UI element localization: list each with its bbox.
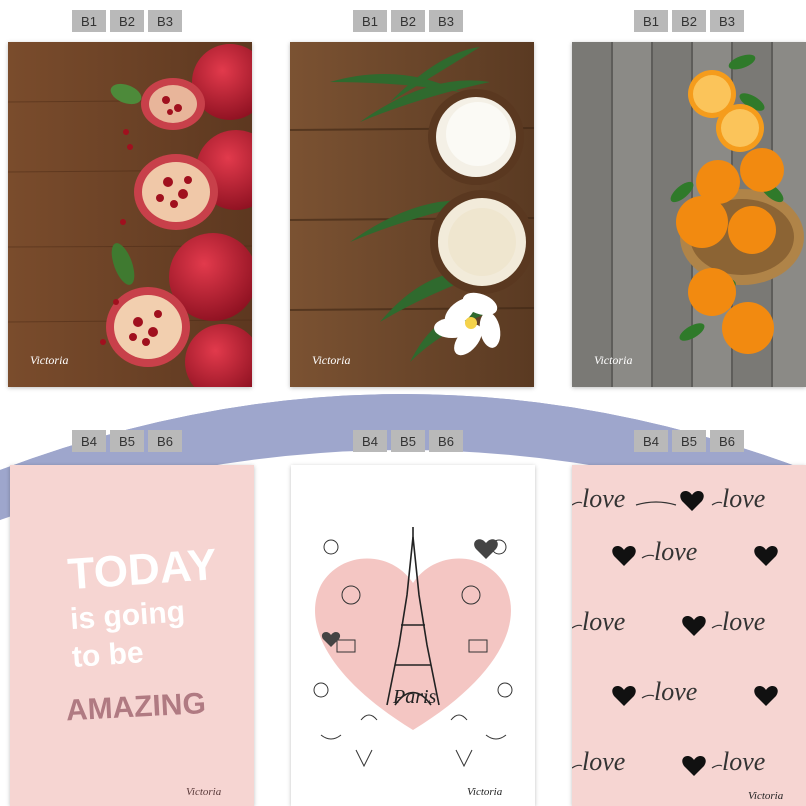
love-word: love bbox=[654, 677, 697, 706]
love-word: love bbox=[582, 484, 625, 513]
size-tag: B1 bbox=[72, 10, 106, 32]
brand-logo: Victoria bbox=[467, 786, 503, 798]
size-tag: B2 bbox=[391, 10, 425, 32]
notebook-cover-oranges[interactable]: Victoria bbox=[572, 42, 806, 387]
paris-script: Paris bbox=[392, 686, 437, 708]
size-tag: B6 bbox=[710, 430, 744, 452]
love-word: love bbox=[722, 607, 765, 636]
love-word: love bbox=[582, 607, 625, 636]
size-tag: B6 bbox=[429, 430, 463, 452]
brand-logo: Victoria bbox=[186, 786, 222, 798]
love-pattern-illustration: love love love love love love love love … bbox=[572, 465, 806, 806]
love-word: love bbox=[722, 484, 765, 513]
size-tags-card-3: B1 B2 B3 bbox=[634, 10, 744, 32]
size-tag: B2 bbox=[672, 10, 706, 32]
size-tag: B5 bbox=[110, 430, 144, 452]
notebook-cover-paris[interactable]: Paris Victoria bbox=[291, 465, 535, 806]
cover-line-1: TODAY bbox=[66, 540, 218, 599]
size-tags-card-4: B4 B5 B6 bbox=[72, 430, 182, 452]
brand-logo: Victoria bbox=[30, 353, 68, 367]
size-tag: B3 bbox=[710, 10, 744, 32]
brand-logo: Victoria bbox=[748, 790, 784, 802]
cover-line-3: to be bbox=[71, 636, 145, 674]
size-tag: B3 bbox=[148, 10, 182, 32]
love-word: love bbox=[582, 747, 625, 776]
size-tag: B1 bbox=[634, 10, 668, 32]
brand-logo: Victoria bbox=[594, 353, 632, 367]
notebook-cover-coconut[interactable]: Victoria bbox=[290, 42, 534, 387]
paris-illustration: Paris Victoria bbox=[291, 465, 535, 806]
size-tag: B5 bbox=[672, 430, 706, 452]
notebook-cover-today-amazing[interactable]: TODAY is going to be AMAZING Victoria bbox=[10, 465, 254, 806]
size-tags-card-5: B4 B5 B6 bbox=[353, 430, 463, 452]
size-tag: B1 bbox=[353, 10, 387, 32]
pomegranate-illustration: Victoria bbox=[8, 42, 252, 387]
size-tag: B4 bbox=[634, 430, 668, 452]
brand-logo: Victoria bbox=[312, 353, 350, 367]
today-amazing-illustration: TODAY is going to be AMAZING Victoria bbox=[10, 465, 254, 806]
size-tags-card-2: B1 B2 B3 bbox=[353, 10, 463, 32]
love-word: love bbox=[654, 537, 697, 566]
size-tags-card-6: B4 B5 B6 bbox=[634, 430, 744, 452]
love-word: love bbox=[722, 747, 765, 776]
size-tag: B4 bbox=[353, 430, 387, 452]
size-tag: B6 bbox=[148, 430, 182, 452]
size-tag: B5 bbox=[391, 430, 425, 452]
notebook-cover-pomegranate[interactable]: Victoria bbox=[8, 42, 252, 387]
size-tag: B2 bbox=[110, 10, 144, 32]
notebook-cover-love[interactable]: love love love love love love love love … bbox=[572, 465, 806, 806]
coconut-illustration: Victoria bbox=[290, 42, 534, 387]
size-tag: B4 bbox=[72, 430, 106, 452]
size-tags-card-1: B1 B2 B3 bbox=[72, 10, 182, 32]
size-tag: B3 bbox=[429, 10, 463, 32]
oranges-illustration: Victoria bbox=[572, 42, 806, 387]
